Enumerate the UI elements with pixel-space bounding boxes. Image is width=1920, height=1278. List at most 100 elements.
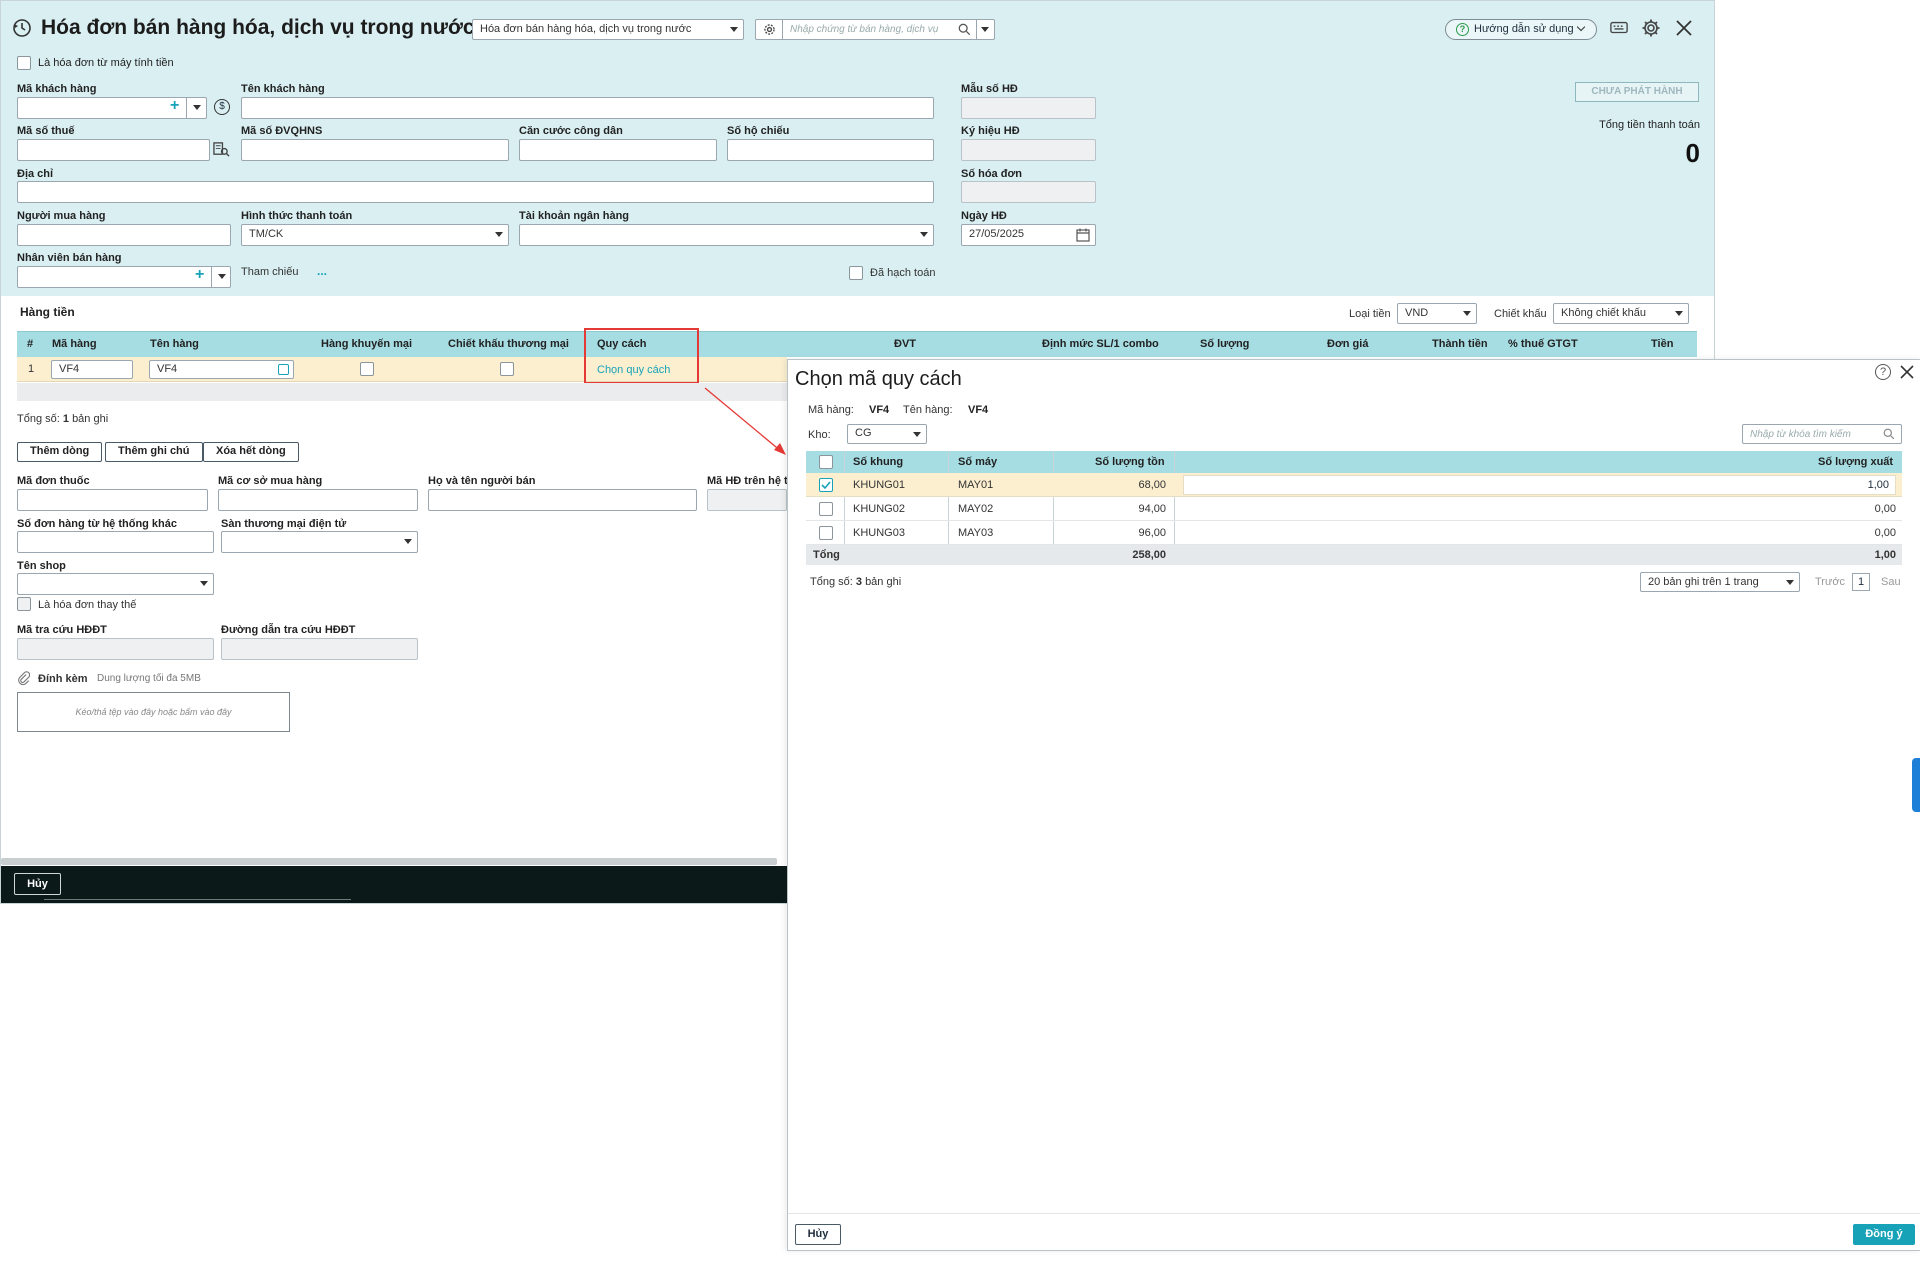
table-empty-row [17, 383, 787, 401]
document-search[interactable]: Nhập chứng từ bán hàng, dịch vụ [755, 19, 995, 40]
dialog-confirm-button[interactable]: Đồng ý [1853, 1224, 1915, 1245]
dialog-item-code-label: Mã hàng: [808, 404, 854, 416]
bank-account-label: Tài khoản ngân hàng [519, 210, 630, 222]
gear-icon[interactable] [763, 23, 776, 39]
col-item-code: Mã hàng [52, 338, 97, 350]
next-page-button[interactable]: Sau [1881, 576, 1901, 588]
col-engine-no: Số máy [958, 456, 998, 468]
history-icon[interactable] [12, 18, 32, 43]
budget-code-input[interactable] [241, 139, 509, 161]
system-invoice-input [707, 489, 787, 511]
row-export-qty[interactable]: 0,00 [1700, 527, 1896, 539]
row-export-qty[interactable]: 0,00 [1700, 503, 1896, 515]
footer-cancel-button[interactable]: Hủy [14, 873, 61, 895]
dialog-cancel-button[interactable]: Hủy [795, 1224, 841, 1245]
address-input[interactable] [17, 181, 934, 203]
chevron-down-icon [913, 432, 921, 437]
currency-select[interactable]: VND [1397, 303, 1477, 324]
replacement-checkbox[interactable] [17, 597, 31, 611]
select-all-checkbox[interactable] [819, 455, 833, 469]
lookup-code-label: Mã tra cứu HĐĐT [17, 624, 107, 636]
tax-code-input[interactable] [17, 139, 210, 161]
row-stock-qty: 96,00 [1138, 527, 1166, 539]
invoice-type-select[interactable]: Hóa đơn bán hàng hóa, dịch vụ trong nước [472, 19, 744, 40]
row-checkbox[interactable] [819, 502, 833, 516]
dollar-icon[interactable]: $ [214, 99, 230, 115]
row-item-name-input[interactable]: VF4 [149, 360, 294, 379]
row-checkbox[interactable] [819, 526, 833, 540]
add-row-button[interactable]: Thêm dòng [17, 442, 103, 462]
help-guide-button[interactable]: ? Hướng dẫn sử dụng [1445, 19, 1597, 40]
col-unit-price: Đơn giá [1327, 338, 1369, 350]
symbol-label: Ký hiệu HĐ [961, 125, 1020, 137]
payment-method-value: TM/CK [249, 228, 284, 240]
dialog-help-icon[interactable]: ? [1875, 364, 1891, 380]
chevron-down-icon[interactable] [218, 274, 226, 279]
item-detail-icon[interactable] [278, 364, 289, 375]
shop-name-select[interactable] [17, 573, 214, 595]
dialog-total-label: Tổng [813, 549, 840, 561]
footer-divider [44, 899, 351, 900]
customer-name-input[interactable] [241, 97, 934, 119]
invoice-date-input[interactable]: 27/05/2025 [961, 224, 1096, 246]
row-frame-no: KHUNG01 [853, 479, 905, 491]
budget-code-label: Mã số ĐVQHNS [241, 125, 323, 137]
search-icon[interactable] [958, 23, 971, 39]
row-engine-no: MAY02 [958, 503, 994, 515]
other-order-input[interactable] [17, 531, 214, 553]
keyboard-icon[interactable] [1610, 20, 1628, 41]
page-number-input[interactable]: 1 [1852, 573, 1870, 591]
row-trade-discount-checkbox[interactable] [500, 362, 514, 376]
chevron-down-icon[interactable] [981, 27, 989, 32]
dialog-close-icon[interactable] [1899, 364, 1915, 385]
ecommerce-select[interactable] [221, 531, 418, 553]
prescription-input[interactable] [17, 489, 208, 511]
col-promotion: Hàng khuyến mại [321, 338, 413, 350]
row-checkbox-checked[interactable] [819, 478, 833, 492]
side-panel-tab[interactable] [1912, 758, 1920, 812]
file-drop-zone[interactable]: Kéo/thả tệp vào đây hoặc bấm vào đây [17, 692, 290, 732]
row-export-qty-input[interactable]: 1,00 [1183, 475, 1896, 495]
pharmacy-code-input[interactable] [218, 489, 418, 511]
row-item-code-input[interactable]: VF4 [51, 360, 133, 379]
posted-checkbox[interactable] [849, 266, 863, 280]
prev-page-button[interactable]: Trước [1815, 576, 1845, 588]
settings-gear-icon[interactable] [1641, 18, 1661, 43]
warehouse-select[interactable]: CG [847, 424, 927, 444]
dialog-item-name-value: VF4 [968, 404, 989, 416]
payment-method-select[interactable]: TM/CK [241, 224, 509, 246]
chevron-down-icon[interactable] [193, 105, 201, 110]
page-size-select[interactable]: 20 bản ghi trên 1 trang [1640, 572, 1800, 592]
row-promotion-checkbox[interactable] [360, 362, 374, 376]
shop-name-label: Tên shop [17, 560, 66, 572]
calendar-icon[interactable] [1076, 228, 1090, 245]
delete-all-rows-button[interactable]: Xóa hết dòng [203, 442, 299, 462]
bank-account-select[interactable] [519, 224, 934, 246]
close-icon[interactable] [1675, 19, 1693, 42]
discount-select[interactable]: Không chiết khấu [1553, 303, 1689, 324]
passport-input[interactable] [727, 139, 934, 161]
system-invoice-label: Mã HĐ trên hệ th [707, 475, 795, 487]
add-customer-icon[interactable]: + [170, 97, 179, 115]
add-staff-icon[interactable]: + [195, 266, 204, 284]
buyer-input[interactable] [17, 224, 231, 246]
dialog-search-input[interactable]: Nhập từ khóa tìm kiếm [1742, 424, 1902, 444]
tax-lookup-icon[interactable] [213, 141, 230, 163]
chevron-down-icon [1786, 580, 1794, 585]
help-circle-icon: ? [1456, 23, 1469, 36]
chevron-down-icon [1675, 311, 1683, 316]
add-note-button[interactable]: Thêm ghi chú [105, 442, 203, 462]
passport-label: Số hộ chiếu [727, 125, 790, 137]
from-cash-register-checkbox[interactable] [17, 56, 31, 70]
dialog-search-placeholder: Nhập từ khóa tìm kiếm [1750, 429, 1851, 440]
dialog-record-count: Tổng số: 3 bản ghi [810, 576, 902, 588]
seller-name-input[interactable] [428, 489, 697, 511]
ecommerce-label: Sàn thương mại điện tử [221, 518, 347, 530]
citizen-id-input[interactable] [519, 139, 717, 161]
search-icon[interactable] [1883, 428, 1895, 443]
horizontal-scrollbar[interactable] [1, 858, 777, 865]
col-amount: Thành tiền [1432, 338, 1488, 350]
tax-code-label: Mã số thuế [17, 125, 75, 137]
invoice-date-value: 27/05/2025 [969, 228, 1025, 240]
reference-more-link[interactable]: ... [317, 264, 327, 278]
